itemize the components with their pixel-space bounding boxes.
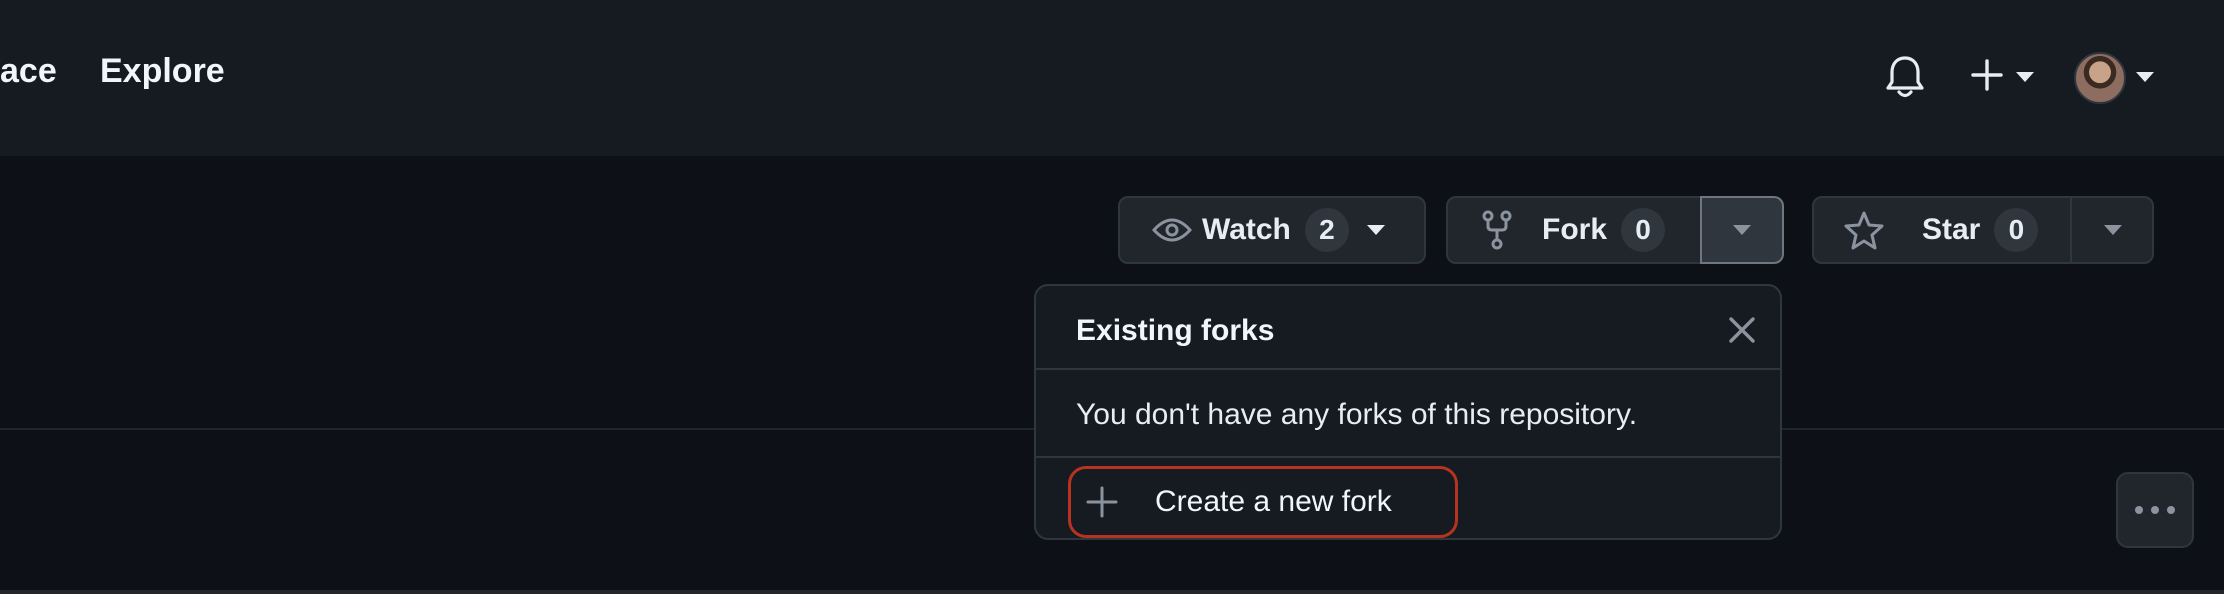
watch-button[interactable]: Watch 2 <box>1118 196 1426 264</box>
repo-forked-icon <box>1482 210 1512 250</box>
watch-count: 2 <box>1304 208 1349 252</box>
star-icon <box>1844 211 1884 250</box>
chevron-down-icon[interactable] <box>1366 225 1385 235</box>
top-navigation-bar: ace Explore <box>0 0 2224 156</box>
bottom-border <box>0 590 2224 594</box>
popover-divider <box>1036 368 1780 370</box>
popover-divider <box>1036 456 1780 458</box>
chevron-down-icon[interactable] <box>2016 72 2034 82</box>
more-options-button[interactable] <box>2116 472 2194 548</box>
eye-icon <box>1152 218 1192 242</box>
plus-icon <box>1086 486 1118 518</box>
star-label: Star <box>1922 213 1981 246</box>
popover-title: Existing forks <box>1076 314 1275 347</box>
create-new-fork-label: Create a new fork <box>1155 485 1392 518</box>
star-count: 0 <box>1994 208 2039 252</box>
chevron-down-icon <box>1733 225 1751 235</box>
plus-icon[interactable] <box>1970 58 2004 92</box>
fork-label: Fork <box>1542 213 1608 246</box>
star-button[interactable]: Star 0 <box>1814 198 2070 262</box>
fork-dropdown-toggle[interactable] <box>1700 196 1784 264</box>
dot <box>2151 506 2159 514</box>
create-new-fork-button[interactable]: Create a new fork <box>1068 466 1458 538</box>
dot <box>2135 506 2143 514</box>
nav-link-explore[interactable]: Explore <box>100 52 225 91</box>
existing-forks-popover: Existing forks You don't have any forks … <box>1034 284 1782 540</box>
bell-icon[interactable] <box>1884 54 1926 100</box>
star-button-group: Star 0 <box>1812 196 2154 264</box>
fork-button[interactable]: Fork 0 <box>1448 198 1700 262</box>
chevron-down-icon[interactable] <box>2136 72 2154 82</box>
chevron-down-icon <box>2104 225 2122 235</box>
nav-link-marketplace[interactable]: ace <box>0 52 57 91</box>
watch-label: Watch <box>1202 213 1291 246</box>
avatar[interactable] <box>2074 52 2126 104</box>
no-forks-message: You don't have any forks of this reposit… <box>1076 398 1638 431</box>
fork-button-group: Fork 0 <box>1446 196 1784 264</box>
dot <box>2167 506 2175 514</box>
close-icon[interactable] <box>1726 314 1758 346</box>
fork-count: 0 <box>1621 208 1666 252</box>
star-dropdown-toggle[interactable] <box>2072 198 2154 262</box>
